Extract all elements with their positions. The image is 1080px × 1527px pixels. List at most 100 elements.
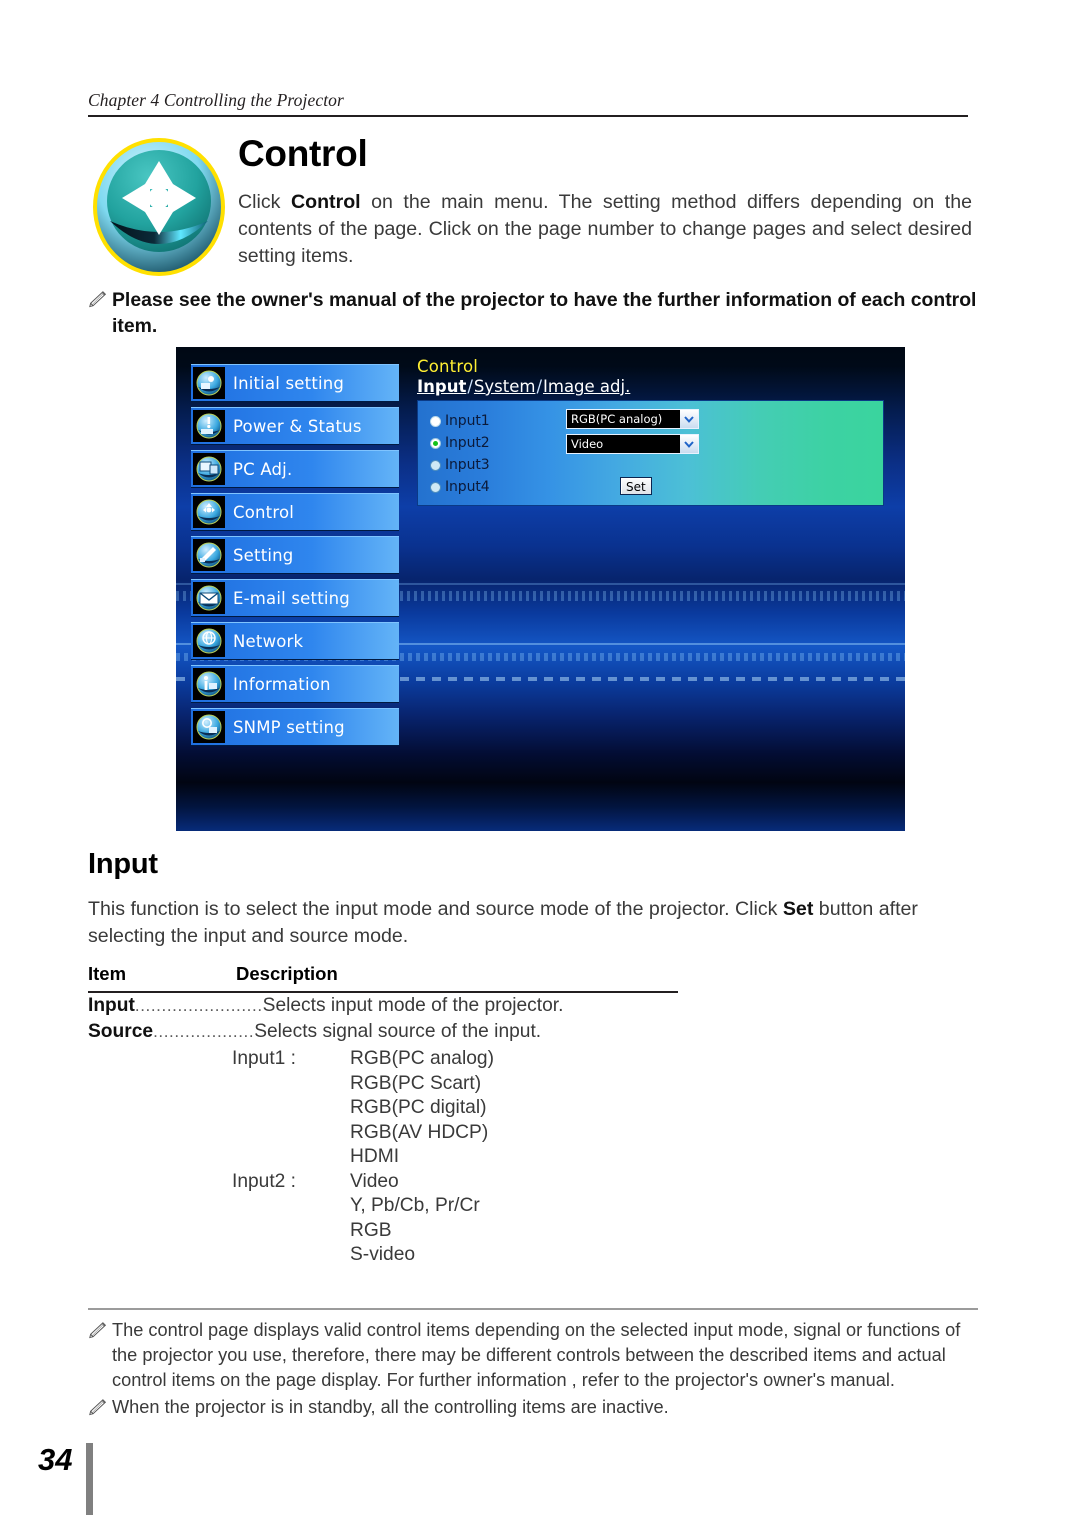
source-select-input2-value: Video bbox=[567, 435, 680, 453]
sidebar-item-power-status[interactable]: Power & Status bbox=[191, 407, 399, 445]
list-item: RGB(PC Scart) bbox=[88, 1072, 678, 1097]
source-value: HDMI bbox=[350, 1146, 400, 1167]
source-select-input1[interactable]: RGB(PC analog) bbox=[566, 409, 699, 429]
information-icon bbox=[193, 668, 225, 700]
projector-web-ui-screenshot: Initial setting Power & Status PC Adj. C… bbox=[176, 347, 905, 831]
radio-row-input3[interactable]: Input3 bbox=[430, 454, 490, 476]
list-item: Y, Pb/Cb, Pr/Cr bbox=[88, 1194, 678, 1219]
sidebar-item-setting[interactable]: Setting bbox=[191, 536, 399, 574]
page-number: 34 bbox=[38, 1442, 73, 1477]
sidebar-item-label: Initial setting bbox=[233, 373, 345, 393]
sidebar-item-email-setting[interactable]: E-mail setting bbox=[191, 579, 399, 617]
network-icon bbox=[193, 625, 225, 657]
sidebar-item-label: PC Adj. bbox=[233, 459, 293, 479]
sidebar-item-information[interactable]: Information bbox=[191, 665, 399, 703]
pencil-icon bbox=[89, 1399, 107, 1416]
sidebar-item-label: Setting bbox=[233, 545, 294, 565]
note-owner-manual-text: Please see the owner's manual of the pro… bbox=[112, 289, 977, 337]
source-input-label bbox=[88, 1219, 350, 1244]
source-input-label: Input2 : bbox=[232, 1170, 297, 1192]
radio-label: Input1 bbox=[445, 413, 490, 429]
sidebar-item-label: SNMP setting bbox=[233, 717, 345, 737]
radio-input4[interactable] bbox=[430, 481, 441, 493]
table-row: Source ................... Selects signal… bbox=[88, 1019, 678, 1045]
radio-input1[interactable] bbox=[430, 415, 441, 427]
sidebar-item-pc-adj[interactable]: PC Adj. bbox=[191, 450, 399, 488]
column-header-description: Description bbox=[236, 963, 338, 984]
power-status-icon bbox=[193, 410, 225, 442]
chevron-down-icon[interactable] bbox=[680, 435, 698, 453]
sidebar-item-snmp-setting[interactable]: SNMP setting bbox=[191, 708, 399, 746]
sidebar-item-label: Network bbox=[233, 631, 304, 651]
radio-row-input2[interactable]: Input2 bbox=[430, 432, 490, 454]
footer-note-2-text: When the projector is in standby, all th… bbox=[112, 1397, 669, 1417]
radio-input2[interactable] bbox=[430, 437, 441, 449]
row-item: Input bbox=[88, 995, 135, 1016]
tab-separator: / bbox=[536, 377, 542, 396]
source-value: Video bbox=[350, 1170, 399, 1192]
header-rule bbox=[88, 115, 968, 117]
note-owner-manual: Please see the owner's manual of the pro… bbox=[88, 287, 978, 339]
running-head: Chapter 4 Controlling the Projector bbox=[88, 90, 968, 117]
web-ui-sidebar: Initial setting Power & Status PC Adj. C… bbox=[191, 364, 399, 746]
intro-bold: Control bbox=[290, 191, 361, 213]
radio-row-input4[interactable]: Input4 bbox=[430, 476, 490, 498]
radio-label: Input2 bbox=[445, 435, 490, 451]
web-ui-tab-bar: Input/System/Image adj. bbox=[417, 377, 889, 396]
setting-icon bbox=[193, 539, 225, 571]
tab-image-adj[interactable]: Image adj. bbox=[543, 377, 630, 396]
source-value: RGB(PC analog) bbox=[350, 1048, 494, 1069]
set-button[interactable]: Set bbox=[620, 477, 652, 495]
chevron-down-icon[interactable] bbox=[680, 410, 698, 428]
sidebar-item-label: Power & Status bbox=[233, 416, 362, 436]
source-input-label bbox=[88, 1072, 350, 1097]
sidebar-item-label: E-mail setting bbox=[233, 588, 350, 608]
dpad-control-icon bbox=[88, 135, 230, 277]
row-leader: ........................ bbox=[134, 996, 263, 1015]
radio-row-input1[interactable]: Input1 bbox=[430, 410, 490, 432]
source-input-label bbox=[88, 1096, 350, 1121]
footer-notes: The control page displays valid control … bbox=[88, 1318, 983, 1422]
source-value: RGB(AV HDCP) bbox=[350, 1121, 489, 1143]
list-item: RGB bbox=[88, 1219, 678, 1244]
row-description: Selects input mode of the projector. bbox=[262, 995, 564, 1016]
email-setting-icon bbox=[193, 582, 225, 614]
footer-note-2: When the projector is in standby, all th… bbox=[88, 1395, 983, 1420]
web-ui-content: Control Input/System/Image adj. Input1 I… bbox=[417, 357, 889, 506]
list-item: HDMI bbox=[88, 1145, 678, 1170]
row-item: Source bbox=[88, 1021, 154, 1042]
radio-input3[interactable] bbox=[430, 459, 441, 471]
intro-pre: Click bbox=[238, 191, 291, 213]
input-settings-panel: Input1 Input2 Input3 Input4 RGB(PC analo bbox=[417, 400, 884, 506]
source-value: S-video bbox=[350, 1244, 416, 1265]
web-ui-page-title: Control bbox=[417, 357, 479, 376]
table-header-row: Item Description bbox=[88, 963, 678, 985]
source-input-label bbox=[88, 1243, 350, 1268]
chapter-title: Chapter 4 Controlling the Projector bbox=[88, 90, 344, 110]
source-value-list: Input1 : RGB(PC analog) RGB(PC Scart) RGB… bbox=[88, 1047, 678, 1268]
pencil-icon bbox=[89, 291, 107, 308]
list-item: Input2 : Video bbox=[88, 1170, 678, 1195]
sidebar-item-label: Information bbox=[233, 674, 331, 694]
sidebar-item-network[interactable]: Network bbox=[191, 622, 399, 660]
source-select-group: RGB(PC analog) Video bbox=[566, 409, 699, 459]
tab-input[interactable]: Input bbox=[417, 377, 466, 396]
sidebar-item-control[interactable]: Control bbox=[191, 493, 399, 531]
source-select-input2[interactable]: Video bbox=[566, 434, 699, 454]
tab-separator: / bbox=[467, 377, 473, 396]
snmp-setting-icon bbox=[193, 711, 225, 743]
source-value: RGB bbox=[350, 1219, 392, 1241]
source-input-label: Input1 : bbox=[232, 1048, 297, 1069]
tab-system[interactable]: System bbox=[474, 377, 536, 396]
source-value: RGB(PC Scart) bbox=[350, 1072, 482, 1094]
radio-label: Input4 bbox=[445, 479, 490, 495]
input-section-heading: Input bbox=[88, 848, 158, 880]
list-item: RGB(AV HDCP) bbox=[88, 1121, 678, 1146]
source-value: RGB(PC digital) bbox=[350, 1097, 487, 1118]
row-leader: ................... bbox=[153, 1022, 255, 1041]
list-item: S-video bbox=[88, 1243, 678, 1268]
footer-note-1-text: The control page displays valid control … bbox=[112, 1320, 961, 1390]
sidebar-item-initial-setting[interactable]: Initial setting bbox=[191, 364, 399, 402]
item-description-table: Item Description Input..................… bbox=[88, 963, 678, 1268]
footer-rule bbox=[88, 1308, 978, 1310]
